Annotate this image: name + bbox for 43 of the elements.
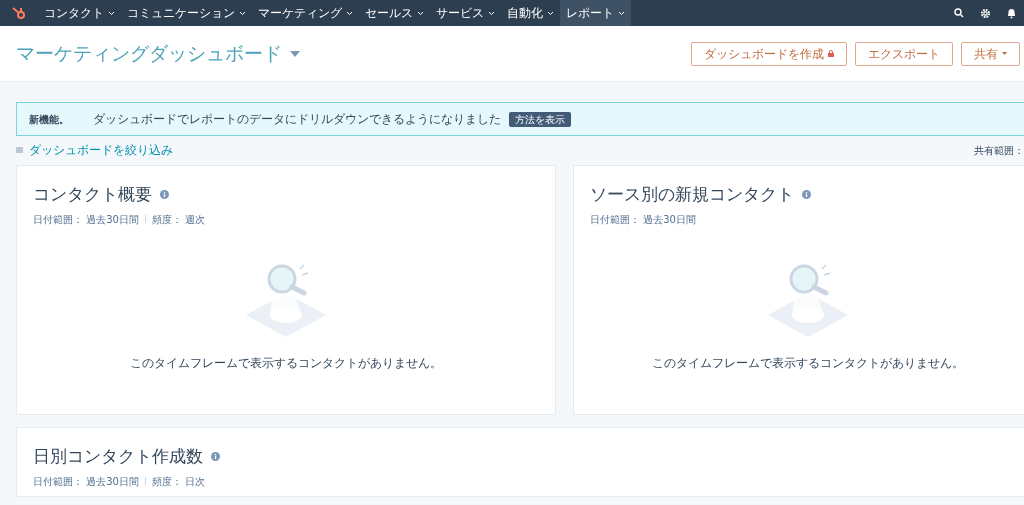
chevron-down-icon bbox=[618, 10, 625, 16]
chevron-down-icon bbox=[417, 10, 424, 16]
info-icon bbox=[160, 190, 169, 200]
header-button[interactable]: 共有 bbox=[961, 41, 1020, 66]
caret-icon[interactable] bbox=[290, 50, 300, 57]
card-title: 日別コンタクト作成数 bbox=[33, 445, 203, 468]
search-icon[interactable] bbox=[954, 8, 964, 18]
header-button[interactable]: ダッシュボードを作成 bbox=[691, 41, 847, 66]
info-icon bbox=[802, 190, 811, 200]
chevron-down-icon bbox=[239, 10, 246, 16]
chevron-down-icon bbox=[108, 10, 115, 16]
chevron-down-icon bbox=[488, 10, 495, 16]
banner-message: ダッシュボードでレポートのデータにドリルダウンできるようになりました bbox=[93, 111, 501, 128]
lock-icon bbox=[828, 50, 834, 57]
header-button[interactable]: エクスポート bbox=[855, 41, 953, 66]
empty-message: このタイムフレームで表示するコンタクトがありません。 bbox=[652, 354, 964, 372]
chevron-down-icon bbox=[547, 10, 554, 16]
nav-item[interactable]: 自動化 bbox=[501, 0, 560, 26]
card-meta: 日付範囲： 過去30日間 bbox=[33, 212, 139, 227]
nav-item[interactable]: サービス bbox=[430, 0, 501, 26]
nav-item[interactable]: コミュニケーション bbox=[121, 0, 252, 26]
logo-icon[interactable] bbox=[12, 6, 26, 20]
settings-icon[interactable] bbox=[980, 7, 991, 19]
empty-message: このタイムフレームで表示するコンタクトがありません。 bbox=[130, 354, 442, 372]
info-icon bbox=[211, 452, 220, 462]
nav-item[interactable]: マーケティング bbox=[252, 0, 359, 26]
page-title: マーケティングダッシュボード bbox=[16, 41, 282, 67]
chevron-down-icon bbox=[346, 10, 353, 16]
card-meta: 日付範囲： 過去30日間 bbox=[590, 212, 696, 227]
nav-item[interactable]: コンタクト bbox=[38, 0, 121, 26]
card-meta: 頻度： 週次 bbox=[151, 212, 206, 227]
card-meta: 頻度： 日次 bbox=[151, 474, 206, 489]
nav-item[interactable]: レポート bbox=[560, 0, 631, 26]
filter-link[interactable]: ダッシュボードを絞り込み bbox=[29, 141, 173, 159]
caret-icon bbox=[1002, 52, 1007, 55]
bell-icon[interactable] bbox=[1007, 7, 1016, 19]
banner-title: 新機能。 bbox=[29, 112, 69, 127]
nav-item[interactable]: セールス bbox=[359, 0, 430, 26]
show-how-button[interactable]: 方法を表示 bbox=[509, 111, 571, 127]
card-title: コンタクト概要 bbox=[33, 183, 152, 206]
card-meta: 日付範囲： 過去30日間 bbox=[33, 474, 139, 489]
card-title: ソース別の新規コンタクト bbox=[590, 183, 794, 206]
share-scope-label: 共有範囲： bbox=[974, 143, 1024, 158]
